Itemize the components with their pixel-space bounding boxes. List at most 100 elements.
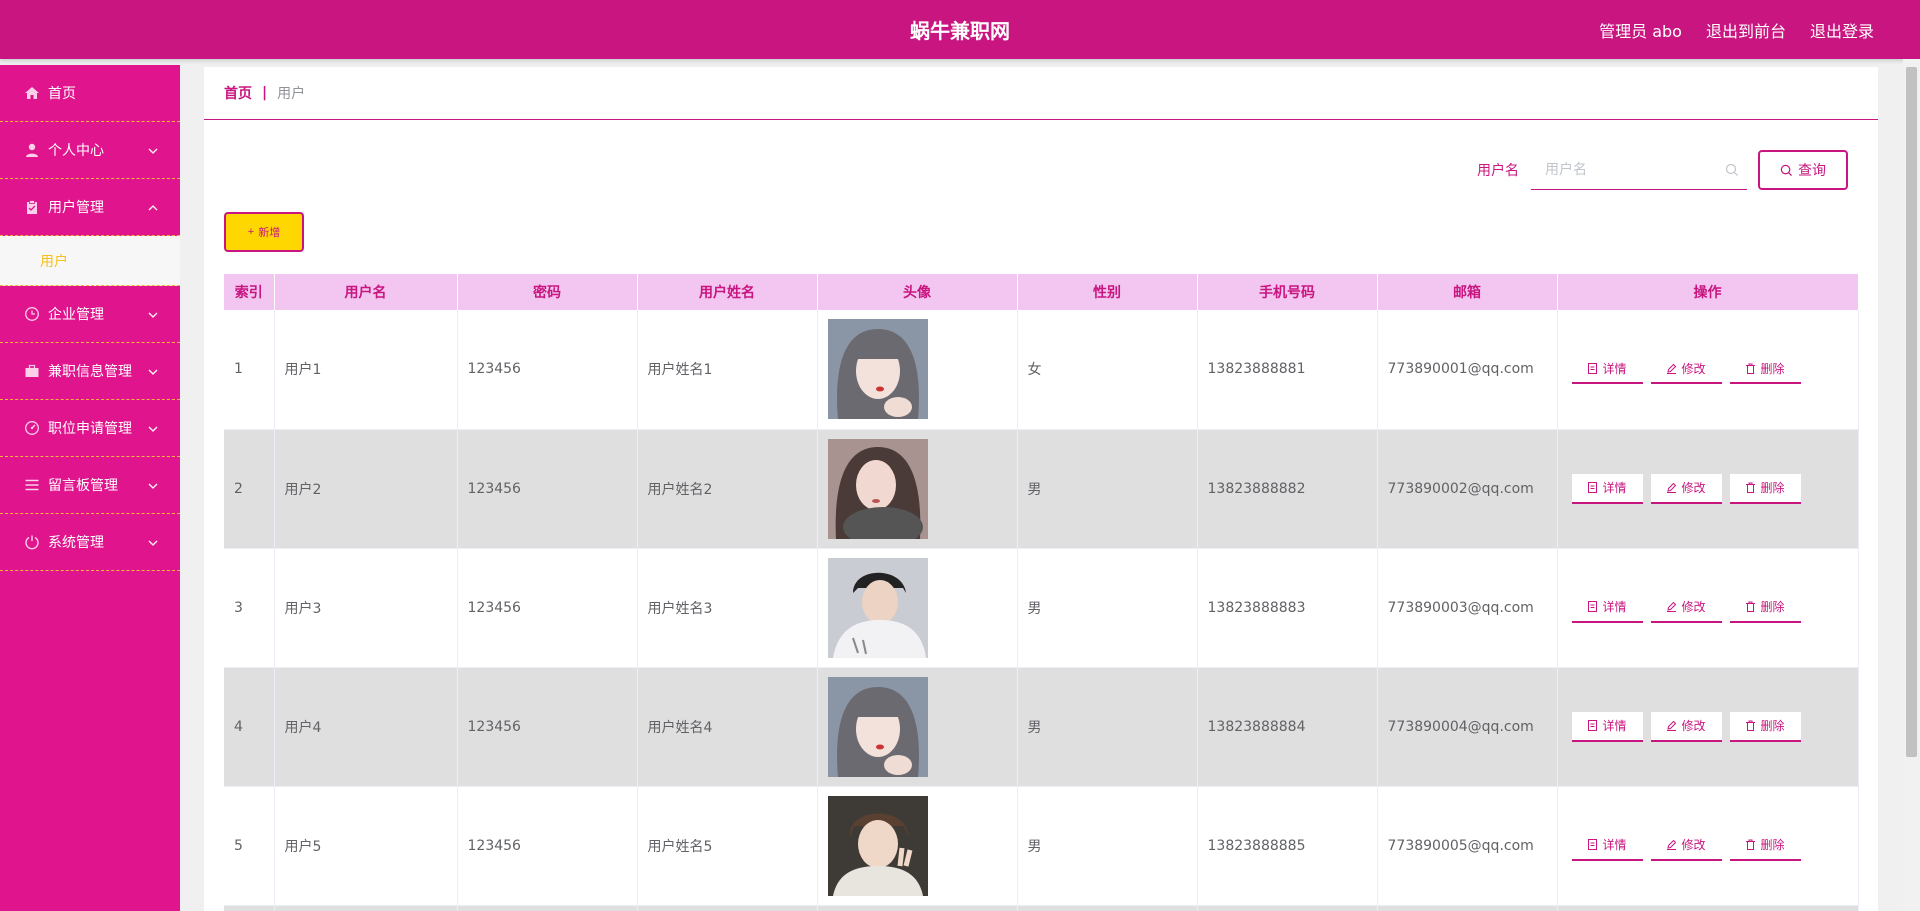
delete-label: 删除: [1760, 600, 1785, 614]
sidebar-item-user-management[interactable]: 用户管理: [0, 179, 180, 236]
menu-icon: [24, 477, 40, 493]
avatar[interactable]: [827, 557, 928, 658]
detail-button[interactable]: 详情: [1571, 592, 1643, 623]
detail-label: 详情: [1602, 600, 1627, 614]
avatar[interactable]: [827, 795, 928, 896]
avatar[interactable]: [827, 319, 928, 420]
avatar[interactable]: [827, 676, 928, 777]
table-row: 1 用户1 123456 用户姓名1 女 13823888881 7738900…: [224, 310, 1859, 430]
cell-ops: 详情 修改 删除: [1557, 548, 1859, 668]
cell-password: 123456: [457, 429, 638, 549]
sidebar-item-application[interactable]: 职位申请管理: [0, 400, 180, 457]
edit-label: 修改: [1681, 719, 1706, 733]
cell-username: 用户5: [274, 786, 458, 906]
col-header-password[interactable]: 密码: [457, 274, 638, 310]
edit-button[interactable]: 修改: [1650, 830, 1722, 861]
cell-password: 123456: [457, 667, 638, 787]
detail-button[interactable]: 详情: [1571, 711, 1643, 742]
col-header-phone[interactable]: 手机号码: [1197, 274, 1378, 310]
sidebar-item-company[interactable]: 企业管理: [0, 286, 180, 343]
cell-name: 用户姓名4: [637, 667, 818, 787]
cell-password: 123456: [457, 548, 638, 668]
add-button[interactable]: + 新增: [224, 212, 304, 252]
cell-gender: 男: [1017, 786, 1198, 906]
cell-email: 773890004@qq.com: [1377, 667, 1558, 787]
trash-icon: [1746, 363, 1756, 374]
logout-link[interactable]: 退出登录: [1810, 18, 1874, 42]
sidebar-item-home[interactable]: 首页: [0, 65, 180, 122]
delete-label: 删除: [1760, 361, 1785, 376]
search-input[interactable]: [1531, 150, 1747, 190]
delete-button[interactable]: 删除: [1729, 830, 1801, 861]
detail-button[interactable]: 详情: [1571, 354, 1643, 385]
col-header-ops[interactable]: 操作: [1557, 274, 1859, 310]
sidebar-item-label: 首页: [48, 86, 76, 102]
sidebar-item-label: 企业管理: [48, 307, 104, 323]
breadcrumb-home[interactable]: 首页: [224, 83, 252, 103]
cell-ops: 详情 修改 删除: [1557, 429, 1859, 549]
avatar[interactable]: [827, 438, 928, 539]
cell-empty: [274, 905, 458, 911]
admin-label: 管理员 abo: [1599, 21, 1682, 41]
trash-icon: [1746, 482, 1756, 493]
cell-empty: [1557, 905, 1859, 911]
cell-password: 123456: [457, 786, 638, 906]
cell-gender: 男: [1017, 429, 1198, 549]
detail-button[interactable]: 详情: [1571, 473, 1643, 504]
cell-avatar: [817, 548, 1018, 668]
delete-label: 删除: [1760, 838, 1785, 852]
edit-button[interactable]: 修改: [1650, 473, 1722, 504]
edit-icon: [1667, 839, 1677, 850]
chevron-up-icon: [148, 201, 158, 211]
sidebar-subitem-user[interactable]: 用户: [0, 236, 180, 286]
sidebar-item-parttime[interactable]: 兼职信息管理: [0, 343, 180, 400]
edit-button[interactable]: 修改: [1650, 711, 1722, 742]
query-button[interactable]: 查询: [1758, 150, 1848, 190]
col-header-email[interactable]: 邮箱: [1377, 274, 1558, 310]
delete-button[interactable]: 删除: [1729, 473, 1801, 504]
cell-username: 用户3: [274, 548, 458, 668]
cell-empty: [637, 905, 818, 911]
edit-button[interactable]: 修改: [1650, 354, 1722, 385]
col-header-username[interactable]: 用户名: [274, 274, 458, 310]
detail-label: 详情: [1602, 481, 1627, 495]
cell-username: 用户1: [274, 310, 458, 430]
table-header-row: 索引 用户名 密码 用户姓名 头像 性别 手机号码 邮箱 操作: [224, 274, 1859, 310]
page-scrollbar[interactable]: [1903, 59, 1920, 911]
sidebar-item-label: 职位申请管理: [48, 421, 132, 437]
delete-button[interactable]: 删除: [1729, 354, 1801, 385]
chevron-down-icon: [148, 479, 158, 489]
trash-icon: [1746, 720, 1756, 731]
cell-gender: 男: [1017, 667, 1198, 787]
sidebar-item-messages[interactable]: 留言板管理: [0, 457, 180, 514]
scrollbar-thumb[interactable]: [1906, 67, 1917, 757]
cell-index: 4: [224, 667, 275, 787]
cell-password: 123456: [457, 310, 638, 430]
to-front-link[interactable]: 退出到前台: [1706, 18, 1786, 42]
sidebar-item-personal[interactable]: 个人中心: [0, 122, 180, 179]
table-row: 2 用户2 123456 用户姓名2 男 13823888882 7738900…: [224, 429, 1859, 549]
search-input-wrap: [1531, 150, 1747, 190]
row-actions: 详情 修改 删除: [1568, 354, 1858, 385]
cell-email: 773890001@qq.com: [1377, 310, 1558, 430]
sidebar-item-label: 用户管理: [48, 200, 104, 216]
cell-email: 773890002@qq.com: [1377, 429, 1558, 549]
detail-label: 详情: [1602, 838, 1627, 852]
col-header-gender[interactable]: 性别: [1017, 274, 1198, 310]
chevron-down-icon: [148, 422, 158, 432]
delete-button[interactable]: 删除: [1729, 592, 1801, 623]
col-header-index[interactable]: 索引: [224, 274, 275, 310]
cell-empty: [1197, 905, 1378, 911]
edit-icon: [1667, 482, 1677, 493]
cell-avatar: [817, 429, 1018, 549]
delete-button[interactable]: 删除: [1729, 711, 1801, 742]
delete-label: 删除: [1760, 481, 1785, 495]
sidebar-item-system[interactable]: 系统管理: [0, 514, 180, 571]
col-header-name[interactable]: 用户姓名: [637, 274, 818, 310]
detail-button[interactable]: 详情: [1571, 830, 1643, 861]
col-header-avatar[interactable]: 头像: [817, 274, 1018, 310]
cell-username: 用户2: [274, 429, 458, 549]
edit-button[interactable]: 修改: [1650, 592, 1722, 623]
home-icon: [24, 85, 40, 101]
chevron-down-icon: [148, 308, 158, 318]
